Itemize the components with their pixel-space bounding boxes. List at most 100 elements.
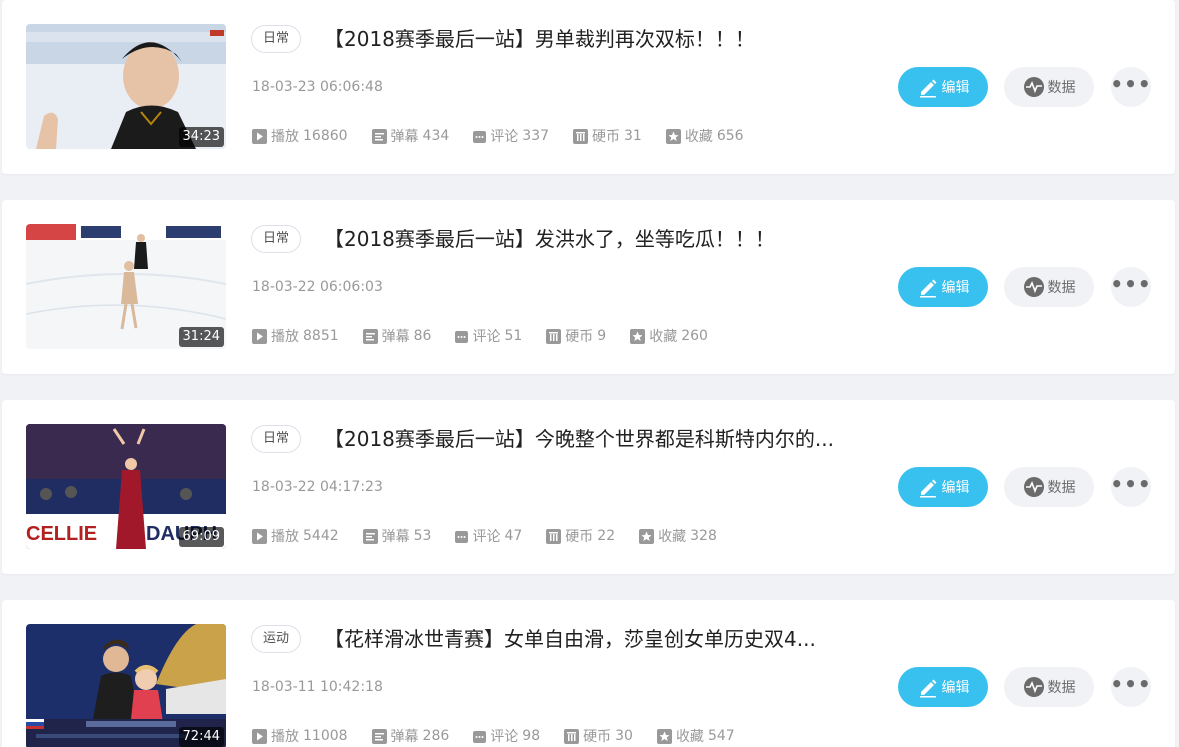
stat-value: 31 [624,128,642,144]
stat-value: 5442 [303,528,339,544]
comment-icon [455,331,469,343]
stat-label: 评论 [472,529,501,545]
coin-icon [564,728,580,744]
stat-value: 86 [413,328,432,344]
more-dots-icon: ••• [1110,72,1152,96]
stat-label: 评论 [490,129,519,145]
video-title[interactable]: 【2018赛季最后一站】发洪水了，坐等吃瓜！！！ [324,224,894,254]
stat-danmaku: 弹幕 286 [371,726,450,746]
stat-label: 弹幕 [381,529,410,545]
stat-value: 51 [504,328,523,344]
publish-date: 18-03-23 06:06:48 [252,79,383,95]
comment-icon [473,731,487,743]
edit-label: 编辑 [941,480,970,496]
pencil-icon [917,476,939,498]
data-button[interactable]: 数据 [1004,667,1094,707]
pencil-icon [917,76,939,98]
stat-label: 硬币 [592,129,621,145]
danmaku-icon [371,728,387,744]
publish-date: 18-03-22 06:06:03 [252,279,383,295]
stat-label: 评论 [472,329,501,345]
stat-label: 播放 [271,329,299,345]
data-button[interactable]: 数据 [1004,267,1094,307]
stat-coin: 硬币 31 [573,126,642,146]
video-thumbnail[interactable]: 34:23 [26,24,226,149]
data-label: 数据 [1047,80,1076,96]
stat-play: 播放 5442 [252,526,339,546]
more-button[interactable]: ••• [1110,67,1152,107]
star-icon [665,128,681,144]
play-icon [252,528,267,544]
stat-danmaku: 弹幕 86 [362,326,432,346]
category-tag: 日常 [251,425,302,453]
video-title[interactable]: 【2018赛季最后一站】男单裁判再次双标！！！ [324,24,894,54]
stat-label: 弹幕 [381,329,410,345]
video-stats: 播放 11008 弹幕 286 评论 98 硬币 30 收藏 547 [252,726,759,746]
video-thumbnail[interactable]: 31:24 [26,224,226,349]
more-dots-icon: ••• [1110,272,1152,296]
data-label: 数据 [1047,280,1076,296]
stat-label: 硬币 [565,529,594,545]
more-button[interactable]: ••• [1110,667,1152,707]
edit-button[interactable]: 编辑 [898,467,988,507]
play-icon [252,328,267,344]
video-duration: 31:24 [178,327,224,347]
stat-value: 11008 [303,728,348,744]
video-card: 34:23 日常 【2018赛季最后一站】男单裁判再次双标！！！ 18-03-2… [2,0,1175,174]
video-card: 72:44 运动 【花样滑冰世青赛】女单自由滑，莎皇创女单历史双4... 18-… [2,600,1175,747]
stat-value: 8851 [303,328,339,344]
stat-play: 播放 16860 [252,126,348,146]
video-list: 34:23 日常 【2018赛季最后一站】男单裁判再次双标！！！ 18-03-2… [0,0,1179,747]
video-title[interactable]: 【2018赛季最后一站】今晚整个世界都是科斯特内尔的... [324,424,894,454]
stat-label: 弹幕 [390,129,419,145]
stat-danmaku: 弹幕 434 [371,126,449,146]
data-button[interactable]: 数据 [1004,467,1094,507]
stat-favorite: 收藏 260 [630,326,708,346]
stat-value: 656 [716,128,744,144]
stat-label: 弹幕 [390,729,419,745]
stat-comment: 评论 51 [455,326,522,346]
category-tag: 日常 [251,225,302,253]
stat-label: 播放 [271,529,299,545]
video-thumbnail[interactable]: 72:44 [26,624,226,747]
star-icon [639,528,655,544]
data-label: 数据 [1047,480,1076,496]
stat-value: 98 [522,728,541,744]
more-button[interactable]: ••• [1110,467,1151,507]
stat-comment: 评论 98 [473,726,540,746]
comment-icon [455,531,469,543]
danmaku-icon [362,528,378,544]
stat-danmaku: 弹幕 53 [362,526,431,546]
publish-date: 18-03-11 10:42:18 [252,679,383,695]
stat-label: 播放 [271,729,299,745]
stat-value: 547 [707,728,735,744]
star-icon [656,728,672,744]
stat-favorite: 收藏 328 [639,526,717,546]
data-button[interactable]: 数据 [1004,67,1094,107]
video-thumbnail[interactable]: CELLIE DAUPH 69:09 [26,424,226,549]
edit-button[interactable]: 编辑 [898,67,988,107]
edit-label: 编辑 [941,280,970,296]
stat-value: 30 [615,728,633,744]
stat-value: 286 [422,728,450,744]
pencil-icon [917,676,939,698]
edit-button[interactable]: 编辑 [898,667,988,707]
stat-label: 收藏 [675,729,704,745]
category-tag: 运动 [251,625,302,653]
video-duration: 69:09 [178,527,224,547]
more-dots-icon: ••• [1110,672,1152,696]
play-icon [252,128,267,144]
pulse-chart-icon [1023,276,1045,298]
stat-value: 22 [597,528,616,544]
stat-value: 260 [681,328,708,344]
edit-label: 编辑 [941,80,970,96]
stat-label: 评论 [490,729,519,745]
stat-value: 9 [597,328,607,344]
more-button[interactable]: ••• [1110,267,1152,307]
edit-button[interactable]: 编辑 [898,267,988,307]
publish-date: 18-03-22 04:17:23 [252,479,383,495]
stat-favorite: 收藏 656 [665,126,744,146]
video-title[interactable]: 【花样滑冰世青赛】女单自由滑，莎皇创女单历史双4... [324,624,894,654]
data-label: 数据 [1047,680,1076,696]
stat-coin: 硬币 9 [546,326,606,346]
